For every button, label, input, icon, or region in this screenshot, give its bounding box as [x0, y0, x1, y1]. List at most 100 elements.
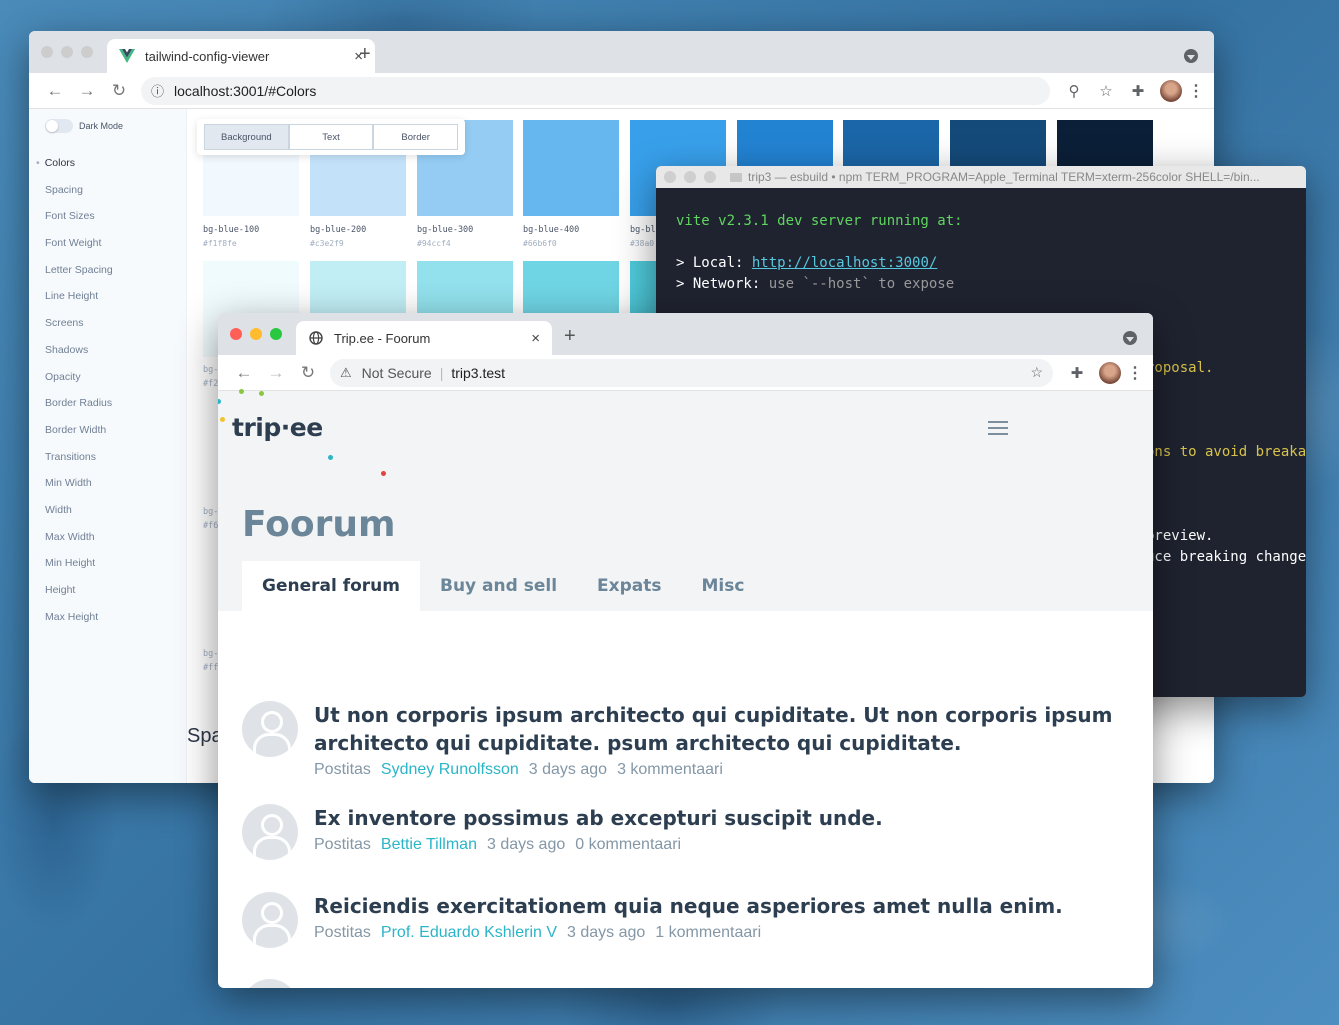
- menu-kebab-icon[interactable]: ⋮: [1127, 363, 1143, 383]
- post-title[interactable]: Ex inventore possimus ab excepturi susci…: [314, 804, 1129, 832]
- toggle-switch[interactable]: [45, 119, 73, 133]
- nav-item-font-sizes[interactable]: Font Sizes: [45, 208, 113, 235]
- profile-avatar[interactable]: [1099, 361, 1121, 384]
- back-arrow-icon[interactable]: ←: [39, 81, 71, 101]
- extensions-puzzle-icon[interactable]: ✚: [1122, 82, 1154, 100]
- tab-buy-and-sell[interactable]: Buy and sell: [420, 561, 577, 611]
- decor-dot: [328, 455, 333, 460]
- segment-border[interactable]: Border: [373, 124, 459, 150]
- folder-icon: [730, 172, 742, 182]
- network-text: use `--host` to expose: [768, 276, 955, 292]
- close-window-button[interactable]: [664, 171, 676, 183]
- menu-kebab-icon[interactable]: ⋮: [1188, 81, 1204, 101]
- local-label: > Local:: [676, 255, 744, 271]
- forum-header: trip·ee Foorum General forum Buy and sel…: [218, 389, 1153, 611]
- minimize-window-button[interactable]: [61, 46, 73, 58]
- nav-item-max-height[interactable]: Max Height: [45, 609, 113, 636]
- nav-item-width[interactable]: Width: [45, 502, 113, 529]
- swatch-label-fragment: bg-: [203, 649, 219, 659]
- back-address-bar[interactable]: ⓘ localhost:3001/#Colors: [141, 76, 1050, 105]
- local-url-link[interactable]: http://localhost:3000/: [752, 255, 937, 271]
- tab-search-button[interactable]: [1184, 49, 1198, 63]
- tab-expats[interactable]: Expats: [577, 561, 681, 611]
- reload-icon[interactable]: ↻: [292, 363, 324, 383]
- nav-item-letter-spacing[interactable]: Letter Spacing: [45, 262, 113, 289]
- bookmark-star-icon[interactable]: ☆: [1090, 82, 1122, 100]
- dark-mode-toggle[interactable]: Dark Mode: [45, 119, 123, 133]
- nav-item-height[interactable]: Height: [45, 582, 113, 609]
- post-title[interactable]: Reiciendis exercitationem quia neque asp…: [314, 892, 1129, 920]
- zoom-search-icon[interactable]: ⚲: [1058, 82, 1090, 100]
- bookmark-star-icon[interactable]: ☆: [1030, 364, 1043, 381]
- posted-by-label: Postitas: [314, 836, 371, 853]
- zoom-window-button[interactable]: [270, 328, 282, 340]
- hamburger-menu-icon[interactable]: [988, 421, 1008, 439]
- globe-icon: [308, 330, 324, 346]
- warning-icon[interactable]: ⚠: [340, 365, 352, 381]
- forward-arrow-icon[interactable]: →: [260, 363, 292, 383]
- user-avatar-icon: [242, 979, 298, 988]
- swatch-hex: #66b6f0: [523, 239, 557, 248]
- reload-icon[interactable]: ↻: [103, 81, 135, 101]
- front-active-tab[interactable]: Trip.ee - Foorum ×: [296, 321, 552, 355]
- network-label: > Network:: [676, 276, 761, 292]
- close-window-button[interactable]: [230, 328, 242, 340]
- nav-item-min-height[interactable]: Min Height: [45, 555, 113, 582]
- new-tab-button[interactable]: +: [564, 325, 576, 348]
- back-arrow-icon[interactable]: ←: [228, 363, 260, 383]
- extensions-puzzle-icon[interactable]: ✚: [1061, 364, 1093, 382]
- nav-item-border-radius[interactable]: Border Radius: [45, 395, 113, 422]
- segment-text[interactable]: Text: [288, 124, 374, 150]
- decor-dot: [239, 389, 244, 394]
- tripee-browser-window: Trip.ee - Foorum × + ← → ↻ ⚠ Not Secure …: [218, 313, 1153, 988]
- new-tab-button[interactable]: +: [359, 43, 371, 66]
- segment-background[interactable]: Background: [204, 124, 289, 150]
- nav-item-max-width[interactable]: Max Width: [45, 529, 113, 556]
- swatch-name: bg-blue-400: [523, 225, 580, 235]
- post-author-link[interactable]: Prof. Eduardo Kshlerin V: [381, 924, 557, 941]
- post-time: 3 days ago: [528, 761, 608, 778]
- swatch-label-fragment: bg-: [203, 365, 219, 375]
- tab-general-forum[interactable]: General forum: [242, 561, 420, 611]
- forward-arrow-icon[interactable]: →: [71, 81, 103, 101]
- front-address-bar[interactable]: ⚠ Not Secure | trip3.test ☆: [330, 358, 1053, 387]
- back-active-tab[interactable]: tailwind-config-viewer ×: [107, 39, 375, 73]
- close-window-button[interactable]: [41, 46, 53, 58]
- swatch-hex: #94ccf4: [417, 239, 451, 248]
- post-title[interactable]: Ut non corporis ipsum architecto qui cup…: [314, 701, 1129, 757]
- nav-item-shadows[interactable]: Shadows: [45, 342, 113, 369]
- tab-misc[interactable]: Misc: [682, 561, 765, 611]
- tripee-logo[interactable]: trip·ee: [232, 413, 323, 442]
- user-avatar-icon: [242, 804, 298, 860]
- swatch-label-fragment: bg-: [203, 507, 219, 517]
- not-secure-label[interactable]: Not Secure: [362, 365, 432, 381]
- minimize-window-button[interactable]: [684, 171, 696, 183]
- nav-item-font-weight[interactable]: Font Weight: [45, 235, 113, 262]
- nav-item-colors[interactable]: Colors: [36, 155, 113, 182]
- post-author-link[interactable]: Sydney Runolfsson: [381, 761, 519, 778]
- minimize-window-button[interactable]: [250, 328, 262, 340]
- tab-search-button[interactable]: [1123, 331, 1137, 345]
- nav-item-line-height[interactable]: Line Height: [45, 288, 113, 315]
- terminal-fragment: roposal.: [1146, 360, 1214, 376]
- zoom-window-button[interactable]: [704, 171, 716, 183]
- url-separator: |: [439, 364, 444, 381]
- close-tab-icon[interactable]: ×: [531, 330, 540, 347]
- nav-item-border-width[interactable]: Border Width: [45, 422, 113, 449]
- config-nav: Colors Spacing Font Sizes Font Weight Le…: [45, 155, 113, 635]
- nav-item-transitions[interactable]: Transitions: [45, 449, 113, 476]
- decor-dot: [220, 417, 225, 422]
- zoom-window-button[interactable]: [81, 46, 93, 58]
- posted-by-label: Postitas: [314, 761, 371, 778]
- nav-item-screens[interactable]: Screens: [45, 315, 113, 342]
- post-comments-count: 3 kommentaari: [617, 761, 723, 778]
- page-title: Foorum: [242, 504, 396, 545]
- nav-item-min-width[interactable]: Min Width: [45, 475, 113, 502]
- user-avatar-icon: [242, 701, 298, 757]
- post-author-link[interactable]: Bettie Tillman: [381, 836, 477, 853]
- nav-item-spacing[interactable]: Spacing: [45, 182, 113, 209]
- info-icon[interactable]: ⓘ: [151, 81, 164, 100]
- nav-item-opacity[interactable]: Opacity: [45, 369, 113, 396]
- profile-avatar[interactable]: [1160, 79, 1182, 102]
- swatch-hex: #f1f8fe: [203, 239, 237, 248]
